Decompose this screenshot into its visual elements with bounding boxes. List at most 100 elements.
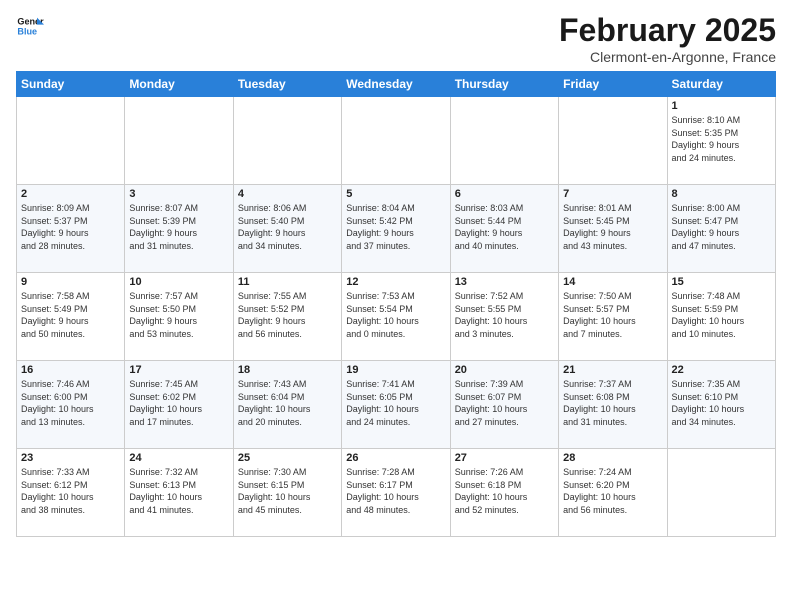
calendar-cell: 16 Sunrise: 7:46 AM Sunset: 6:00 PM Dayli… — [17, 361, 125, 449]
header-monday: Monday — [125, 72, 233, 97]
calendar-cell — [125, 97, 233, 185]
day-number: 7 — [563, 188, 662, 200]
calendar-cell: 1 Sunrise: 8:10 AM Sunset: 5:35 PM Daylig… — [667, 97, 775, 185]
day-info: Sunrise: 8:00 AM Sunset: 5:47 PM Dayligh… — [672, 202, 771, 252]
day-number: 15 — [672, 276, 771, 288]
header-wednesday: Wednesday — [342, 72, 450, 97]
calendar-cell: 26 Sunrise: 7:28 AM Sunset: 6:17 PM Dayli… — [342, 449, 450, 537]
calendar-cell — [17, 97, 125, 185]
calendar-cell — [233, 97, 341, 185]
calendar-cell: 12 Sunrise: 7:53 AM Sunset: 5:54 PM Dayli… — [342, 273, 450, 361]
week-row-2: 2 Sunrise: 8:09 AM Sunset: 5:37 PM Daylig… — [17, 185, 776, 273]
day-info: Sunrise: 7:26 AM Sunset: 6:18 PM Dayligh… — [455, 466, 554, 516]
day-number: 13 — [455, 276, 554, 288]
calendar-cell: 25 Sunrise: 7:30 AM Sunset: 6:15 PM Dayli… — [233, 449, 341, 537]
calendar-cell: 3 Sunrise: 8:07 AM Sunset: 5:39 PM Daylig… — [125, 185, 233, 273]
week-row-3: 9Sunrise: 7:58 AM Sunset: 5:49 PM Daylig… — [17, 273, 776, 361]
calendar-cell: 20 Sunrise: 7:39 AM Sunset: 6:07 PM Dayli… — [450, 361, 558, 449]
day-number: 2 — [21, 188, 120, 200]
day-number: 1 — [672, 100, 771, 112]
day-info: Sunrise: 7:35 AM Sunset: 6:10 PM Dayligh… — [672, 378, 771, 428]
calendar-cell: 9Sunrise: 7:58 AM Sunset: 5:49 PM Daylig… — [17, 273, 125, 361]
calendar-cell: 11 Sunrise: 7:55 AM Sunset: 5:52 PM Dayli… — [233, 273, 341, 361]
day-number: 21 — [563, 364, 662, 376]
day-number: 26 — [346, 452, 445, 464]
day-number: 22 — [672, 364, 771, 376]
day-number: 16 — [21, 364, 120, 376]
calendar-container: General Blue February 2025 Clermont-en-A… — [0, 0, 792, 545]
calendar-cell: 2 Sunrise: 8:09 AM Sunset: 5:37 PM Daylig… — [17, 185, 125, 273]
week-row-5: 23Sunrise: 7:33 AM Sunset: 6:12 PM Dayli… — [17, 449, 776, 537]
day-number: 19 — [346, 364, 445, 376]
calendar-cell: 17Sunrise: 7:45 AM Sunset: 6:02 PM Dayli… — [125, 361, 233, 449]
day-info: Sunrise: 7:43 AM Sunset: 6:04 PM Dayligh… — [238, 378, 337, 428]
day-info: Sunrise: 7:37 AM Sunset: 6:08 PM Dayligh… — [563, 378, 662, 428]
day-info: Sunrise: 8:10 AM Sunset: 5:35 PM Dayligh… — [672, 114, 771, 164]
day-info: Sunrise: 7:30 AM Sunset: 6:15 PM Dayligh… — [238, 466, 337, 516]
day-number: 18 — [238, 364, 337, 376]
title-block: February 2025 Clermont-en-Argonne, Franc… — [559, 12, 776, 65]
day-info: Sunrise: 7:53 AM Sunset: 5:54 PM Dayligh… — [346, 290, 445, 340]
calendar-cell: 28Sunrise: 7:24 AM Sunset: 6:20 PM Dayli… — [559, 449, 667, 537]
day-info: Sunrise: 7:32 AM Sunset: 6:13 PM Dayligh… — [129, 466, 228, 516]
calendar-cell: 7 Sunrise: 8:01 AM Sunset: 5:45 PM Daylig… — [559, 185, 667, 273]
header-friday: Friday — [559, 72, 667, 97]
day-number: 27 — [455, 452, 554, 464]
calendar-cell: 24 Sunrise: 7:32 AM Sunset: 6:13 PM Dayli… — [125, 449, 233, 537]
day-number: 4 — [238, 188, 337, 200]
day-info: Sunrise: 8:09 AM Sunset: 5:37 PM Dayligh… — [21, 202, 120, 252]
header: General Blue February 2025 Clermont-en-A… — [16, 12, 776, 65]
day-number: 9 — [21, 276, 120, 288]
svg-text:Blue: Blue — [17, 26, 37, 36]
day-number: 5 — [346, 188, 445, 200]
calendar-cell — [450, 97, 558, 185]
day-number: 12 — [346, 276, 445, 288]
week-row-4: 16 Sunrise: 7:46 AM Sunset: 6:00 PM Dayli… — [17, 361, 776, 449]
calendar-cell: 4Sunrise: 8:06 AM Sunset: 5:40 PM Daylig… — [233, 185, 341, 273]
day-info: Sunrise: 8:01 AM Sunset: 5:45 PM Dayligh… — [563, 202, 662, 252]
day-info: Sunrise: 7:46 AM Sunset: 6:00 PM Dayligh… — [21, 378, 120, 428]
header-tuesday: Tuesday — [233, 72, 341, 97]
day-number: 25 — [238, 452, 337, 464]
day-number: 10 — [129, 276, 228, 288]
calendar-cell — [667, 449, 775, 537]
calendar-cell: 10 Sunrise: 7:57 AM Sunset: 5:50 PM Dayli… — [125, 273, 233, 361]
day-number: 24 — [129, 452, 228, 464]
weekday-header-row: Sunday Monday Tuesday Wednesday Thursday… — [17, 72, 776, 97]
day-info: Sunrise: 7:24 AM Sunset: 6:20 PM Dayligh… — [563, 466, 662, 516]
day-number: 20 — [455, 364, 554, 376]
day-info: Sunrise: 7:39 AM Sunset: 6:07 PM Dayligh… — [455, 378, 554, 428]
day-number: 6 — [455, 188, 554, 200]
header-sunday: Sunday — [17, 72, 125, 97]
calendar-table: Sunday Monday Tuesday Wednesday Thursday… — [16, 71, 776, 537]
day-number: 17 — [129, 364, 228, 376]
day-number: 3 — [129, 188, 228, 200]
calendar-cell: 19 Sunrise: 7:41 AM Sunset: 6:05 PM Dayli… — [342, 361, 450, 449]
day-info: Sunrise: 7:33 AM Sunset: 6:12 PM Dayligh… — [21, 466, 120, 516]
day-number: 14 — [563, 276, 662, 288]
day-info: Sunrise: 7:41 AM Sunset: 6:05 PM Dayligh… — [346, 378, 445, 428]
day-info: Sunrise: 7:48 AM Sunset: 5:59 PM Dayligh… — [672, 290, 771, 340]
day-number: 11 — [238, 276, 337, 288]
header-saturday: Saturday — [667, 72, 775, 97]
day-info: Sunrise: 7:52 AM Sunset: 5:55 PM Dayligh… — [455, 290, 554, 340]
calendar-cell: 15 Sunrise: 7:48 AM Sunset: 5:59 PM Dayli… — [667, 273, 775, 361]
logo: General Blue — [16, 12, 44, 40]
calendar-subtitle: Clermont-en-Argonne, France — [559, 49, 776, 65]
day-info: Sunrise: 7:28 AM Sunset: 6:17 PM Dayligh… — [346, 466, 445, 516]
calendar-cell: 22 Sunrise: 7:35 AM Sunset: 6:10 PM Dayli… — [667, 361, 775, 449]
calendar-cell: 18 Sunrise: 7:43 AM Sunset: 6:04 PM Dayli… — [233, 361, 341, 449]
calendar-cell: 14 Sunrise: 7:50 AM Sunset: 5:57 PM Dayli… — [559, 273, 667, 361]
logo-icon: General Blue — [16, 12, 44, 40]
calendar-cell: 13 Sunrise: 7:52 AM Sunset: 5:55 PM Dayli… — [450, 273, 558, 361]
day-number: 8 — [672, 188, 771, 200]
day-info: Sunrise: 8:04 AM Sunset: 5:42 PM Dayligh… — [346, 202, 445, 252]
day-info: Sunrise: 7:50 AM Sunset: 5:57 PM Dayligh… — [563, 290, 662, 340]
calendar-cell — [559, 97, 667, 185]
calendar-cell: 27 Sunrise: 7:26 AM Sunset: 6:18 PM Dayli… — [450, 449, 558, 537]
day-info: Sunrise: 8:07 AM Sunset: 5:39 PM Dayligh… — [129, 202, 228, 252]
day-info: Sunrise: 7:55 AM Sunset: 5:52 PM Dayligh… — [238, 290, 337, 340]
day-info: Sunrise: 7:57 AM Sunset: 5:50 PM Dayligh… — [129, 290, 228, 340]
day-info: Sunrise: 8:03 AM Sunset: 5:44 PM Dayligh… — [455, 202, 554, 252]
calendar-cell: 23Sunrise: 7:33 AM Sunset: 6:12 PM Dayli… — [17, 449, 125, 537]
